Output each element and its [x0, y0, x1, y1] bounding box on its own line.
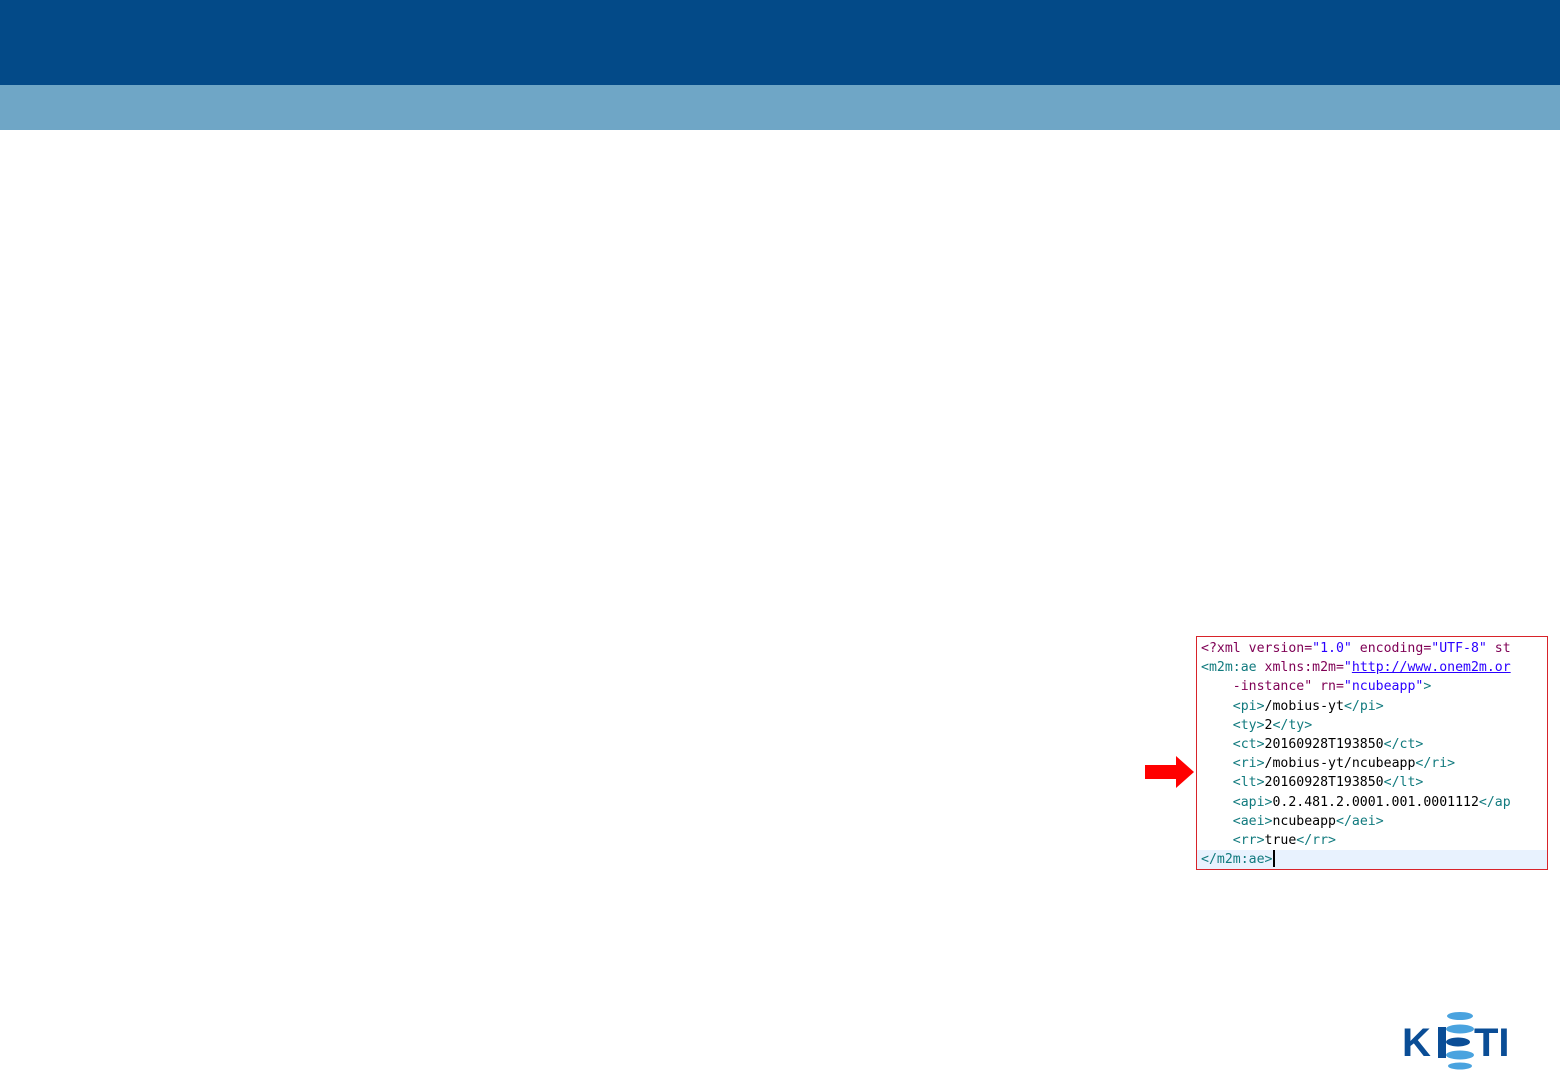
xml-line: <ct>20160928T193850</ct>	[1197, 735, 1547, 754]
xml-token-text: /mobius-yt/ncubeapp	[1264, 756, 1416, 772]
xml-token-tag: </m2m:ae>	[1201, 852, 1273, 868]
xml-line: <ty>2</ty>	[1197, 716, 1547, 735]
xml-token-tag: </ct>	[1383, 737, 1424, 752]
xml-token-attr: encoding=	[1351, 641, 1432, 656]
xml-token-attr: st	[1486, 641, 1511, 656]
xml-line: -instance" rn="ncubeapp">	[1197, 677, 1547, 696]
xml-token-tag: </ri>	[1415, 756, 1456, 772]
xml-line: <ri>/mobius-yt/ncubeapp</ri>	[1197, 754, 1547, 773]
xml-token-val: "	[1343, 660, 1352, 676]
xml-token-tag: </ty>	[1272, 717, 1313, 733]
xml-line: <rr>true</rr>	[1197, 831, 1547, 850]
xml-token-text: 20160928T193850	[1264, 737, 1384, 752]
xml-token-tag: </ap	[1478, 794, 1511, 810]
xml-token-text: true	[1264, 833, 1297, 848]
xml-token-tag: </pi>	[1343, 698, 1384, 714]
keti-logo: K TI	[1402, 1012, 1510, 1070]
xml-line: <?xml version="1.0" encoding="UTF-8" st	[1197, 639, 1547, 658]
xml-token-tag: <rr>	[1201, 833, 1265, 848]
xml-token-tag: <lt>	[1201, 775, 1265, 791]
xml-line: <api>0.2.481.2.0001.001.0001112</ap	[1197, 793, 1547, 812]
xml-token-text: /mobius-yt	[1264, 698, 1344, 714]
xml-token-tag: <ty>	[1201, 717, 1265, 733]
header-bar	[0, 0, 1560, 85]
xml-token-val: "ncubeapp"	[1343, 679, 1424, 695]
xml-token-tag: <pi>	[1201, 698, 1265, 714]
xml-code-panel[interactable]: <?xml version="1.0" encoding="UTF-8" st <…	[1196, 636, 1548, 870]
xml-line: <lt>20160928T193850</lt>	[1197, 773, 1547, 792]
xml-token-val: "1.0"	[1312, 641, 1352, 656]
xml-token-tag: <m2m:ae	[1201, 660, 1257, 676]
right-arrow-icon	[1145, 756, 1194, 788]
xml-line: <m2m:ae xmlns:m2m="http://www.onem2m.or	[1197, 658, 1547, 677]
logo-e-mark	[1438, 1012, 1474, 1070]
xml-token-attr: -instance" rn=	[1201, 679, 1344, 695]
xml-token-attr: xmlns:m2m=	[1256, 660, 1344, 676]
xml-token-attr: <?xml version=	[1201, 641, 1313, 656]
xml-token-tag: <aei>	[1201, 813, 1273, 829]
xml-token-tag: <api>	[1201, 794, 1273, 810]
xml-token-text: ncubeapp	[1272, 813, 1336, 829]
logo-letters-ti: TI	[1474, 1021, 1510, 1065]
xml-token-tag: <ri>	[1201, 756, 1265, 772]
xml-token-tag: <ct>	[1201, 737, 1265, 752]
xml-line: <aei>ncubeapp</aei>	[1197, 812, 1547, 831]
xml-token-text: 0.2.481.2.0001.001.0001112	[1272, 794, 1479, 810]
xml-line: <pi>/mobius-yt</pi>	[1197, 697, 1547, 716]
xml-line: </m2m:ae>	[1197, 850, 1547, 869]
xml-token-tag: </lt>	[1383, 775, 1424, 791]
xml-token-val: "UTF-8"	[1431, 641, 1487, 656]
logo-letter-k: K	[1402, 1021, 1431, 1065]
xml-token-text: 20160928T193850	[1264, 775, 1384, 791]
xml-token-tag: </rr>	[1296, 833, 1336, 848]
text-cursor	[1273, 850, 1276, 868]
xml-token-link[interactable]: http://www.onem2m.or	[1352, 660, 1511, 675]
xml-token-tag: </aei>	[1336, 813, 1384, 829]
xml-token-tag: >	[1423, 679, 1432, 695]
header-subbar	[0, 85, 1560, 130]
